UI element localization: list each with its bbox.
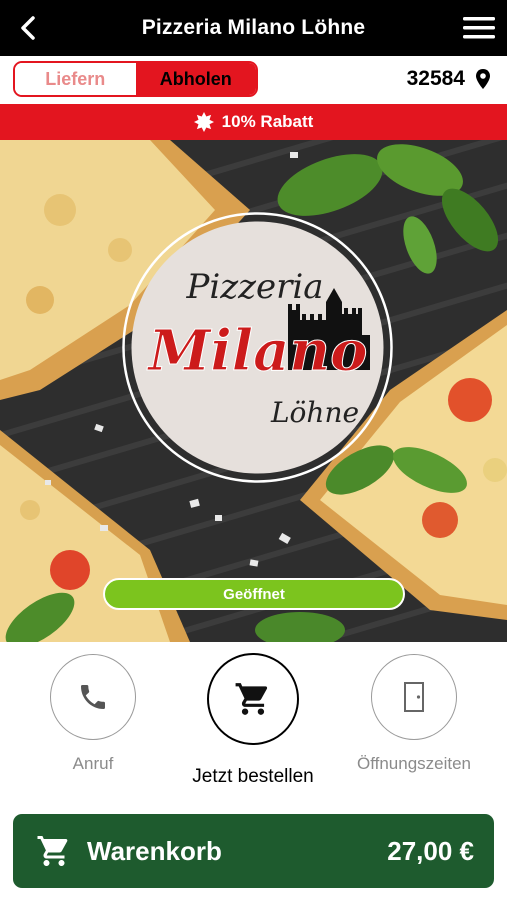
logo-text-loehne: Löhne [270, 396, 359, 429]
zip-code: 32584 [406, 67, 465, 90]
order-now-button[interactable]: Jetzt bestellen [178, 653, 328, 794]
delivery-option[interactable]: Liefern [15, 63, 136, 95]
chevron-left-icon [21, 16, 35, 40]
logo-text-milano: Milano [147, 318, 368, 384]
hero-image: Pizzeria Milano Löhne Geöffnet [0, 140, 507, 642]
opening-hours-circle [371, 654, 457, 740]
top-app-bar: Pizzeria Milano Löhne [0, 0, 507, 56]
order-now-label: Jetzt bestellen [192, 766, 314, 787]
order-mode-toggle: Liefern Abholen [13, 61, 258, 97]
phone-icon [81, 685, 105, 709]
call-circle [50, 654, 136, 740]
opening-hours-button[interactable]: Öffnungszeiten [339, 654, 489, 794]
cart-icon [37, 836, 68, 866]
menu-button[interactable] [461, 12, 497, 44]
logo-text-pizzeria: Pizzeria [185, 267, 323, 307]
cart-button[interactable]: Warenkorb 27,00 € [13, 814, 494, 888]
restaurant-logo: Pizzeria Milano Löhne [120, 210, 395, 485]
back-button[interactable] [12, 10, 46, 46]
call-label: Anruf [72, 754, 114, 773]
cart-label: Warenkorb [87, 836, 222, 866]
discount-banner: 10% Rabatt [0, 104, 507, 140]
discount-text: 10% Rabatt [221, 112, 314, 131]
page-title: Pizzeria Milano Löhne [141, 16, 366, 39]
cart-total: 27,00 € [387, 836, 474, 866]
hamburger-menu-icon [463, 17, 495, 39]
zip-code-selector[interactable]: 32584 [407, 64, 491, 94]
cart-icon [235, 683, 268, 715]
door-icon [404, 682, 424, 712]
order-mode-bar: Liefern Abholen 32584 [0, 56, 507, 104]
open-status-pill[interactable]: Geöffnet [103, 578, 405, 610]
quick-actions: Anruf Jetzt bestellen Öffnungszeiten [0, 642, 507, 802]
pickup-option[interactable]: Abholen [135, 63, 256, 95]
call-button[interactable]: Anruf [18, 654, 168, 794]
order-now-circle [207, 653, 299, 745]
opening-hours-label: Öffnungszeiten [356, 754, 472, 773]
badge-star-icon [193, 112, 214, 132]
map-pin-icon [476, 69, 490, 89]
